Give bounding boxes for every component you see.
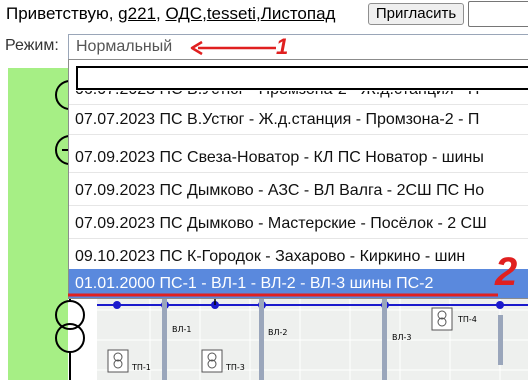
tp-label-3: ТП-3 [225,363,245,372]
dropdown-search-input[interactable] [76,66,528,90]
top-right-input[interactable] [468,1,528,27]
user-link[interactable]: g221 [118,4,156,23]
line-label-vl3: ВЛ-3 [392,333,411,342]
dropdown-option[interactable]: 06.07.2023 ПС В.Устюг - Промзона-2 - Ж.д… [69,91,528,105]
dropdown-options: 06.07.2023 ПС В.Устюг - Промзона-2 - Ж.д… [69,91,528,298]
annotation-underline [68,293,498,297]
tp-label-4: ТП-4 [457,315,477,324]
mode-label: Режим: [5,37,59,54]
line-label-vl1: ВЛ-1 [172,325,191,334]
mode-select[interactable]: Нормальный [68,34,528,60]
annotation-arrow-icon [190,40,276,56]
annotation-marker-2: 2 [495,250,518,294]
dropdown-option[interactable]: 09.10.2023 ПС К-Городок - Захарово - Кир… [69,242,528,272]
greeting: Приветствую, g221, ОДС,tesseti,Листопад [6,4,336,23]
tp-label-1: ТП-1 [131,363,151,372]
diagram-left-panel [8,68,68,380]
line-label-vl2: ВЛ-2 [268,328,287,337]
annotation-marker-1: 1 [276,34,289,59]
top-bar: Приветствую, g221, ОДС,tesseti,Листопад … [0,0,528,28]
link-tesseti[interactable]: tesseti [207,4,256,23]
dropdown-option[interactable]: 07.07.2023 ПС В.Устюг - Ж.д.станция - Пр… [69,105,528,135]
dropdown-option[interactable]: 07.09.2023 ПС Свеза-Новатор - КЛ ПС Нова… [69,143,528,173]
link-ods[interactable]: ОДС [165,4,202,23]
dropdown-option[interactable]: 07.09.2023 ПС Дымково - АЗС - ВЛ Валга -… [69,176,528,206]
dropdown-option[interactable]: 07.09.2023 ПС Дымково - Мастерские - Пос… [69,209,528,239]
mode-select-value: Нормальный [76,38,173,55]
mode-dropdown: 06.07.2023 ПС В.Устюг - Промзона-2 - Ж.д… [68,59,528,299]
link-listopad[interactable]: Листопад [261,4,336,23]
greeting-text: Приветствую, [6,4,114,23]
invite-button[interactable]: Пригласить [368,3,464,25]
